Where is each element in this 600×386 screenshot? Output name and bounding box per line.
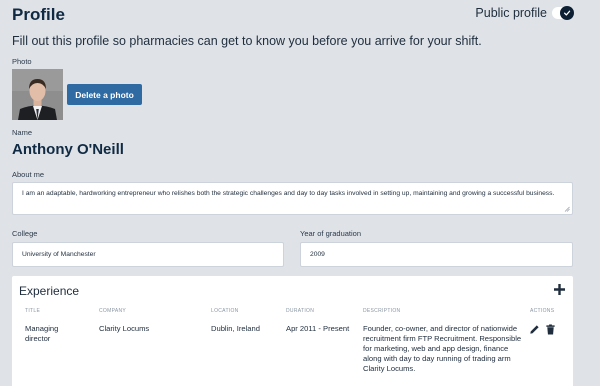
graduation-input[interactable]: 2009 — [300, 242, 573, 267]
college-input[interactable]: University of Manchester — [12, 242, 284, 267]
page-title: Profile — [12, 5, 65, 24]
resize-grip-icon[interactable] — [564, 206, 570, 212]
pencil-icon[interactable] — [529, 324, 540, 335]
experience-company-cell: Clarity Locums — [99, 324, 150, 333]
intro-text: Fill out this profile so pharmacies can … — [12, 34, 482, 48]
col-header-location: LOCATION — [211, 308, 239, 314]
experience-card: Experience TITLE COMPANY LOCATION DURATI… — [12, 276, 573, 386]
col-header-actions: ACTIONS — [530, 308, 555, 314]
col-header-title: TITLE — [25, 308, 41, 314]
toggle-switch[interactable] — [552, 6, 574, 20]
name-label: Name — [12, 128, 33, 137]
experience-description-cell: Founder, co-owner, and director of natio… — [363, 324, 522, 373]
check-icon — [560, 6, 574, 20]
delete-photo-button[interactable]: Delete a photo — [67, 84, 142, 105]
college-label: College — [12, 229, 38, 238]
plus-icon[interactable] — [553, 283, 566, 296]
profile-photo — [12, 69, 63, 120]
experience-location-cell: Dublin, Ireland — [211, 324, 260, 333]
name-value: Anthony O'Neill — [12, 141, 124, 158]
about-label: About me — [12, 170, 45, 179]
col-header-description: DESCRIPTION — [363, 308, 401, 314]
experience-title-cell: Managing director — [25, 324, 59, 343]
graduation-label: Year of graduation — [300, 229, 362, 238]
trash-icon[interactable] — [545, 324, 556, 335]
photo-label: Photo — [12, 57, 32, 66]
experience-duration-cell: Apr 2011 - Present — [286, 324, 350, 333]
col-header-company: COMPANY — [99, 308, 127, 314]
about-textarea[interactable]: I am an adaptable, hardworking entrepren… — [12, 182, 573, 215]
public-profile-toggle[interactable]: Public profile — [475, 6, 574, 20]
experience-title: Experience — [19, 284, 80, 298]
col-header-duration: DURATION — [286, 308, 315, 314]
public-profile-label: Public profile — [475, 6, 547, 20]
about-text: I am an adaptable, hardworking entrepren… — [22, 190, 555, 197]
